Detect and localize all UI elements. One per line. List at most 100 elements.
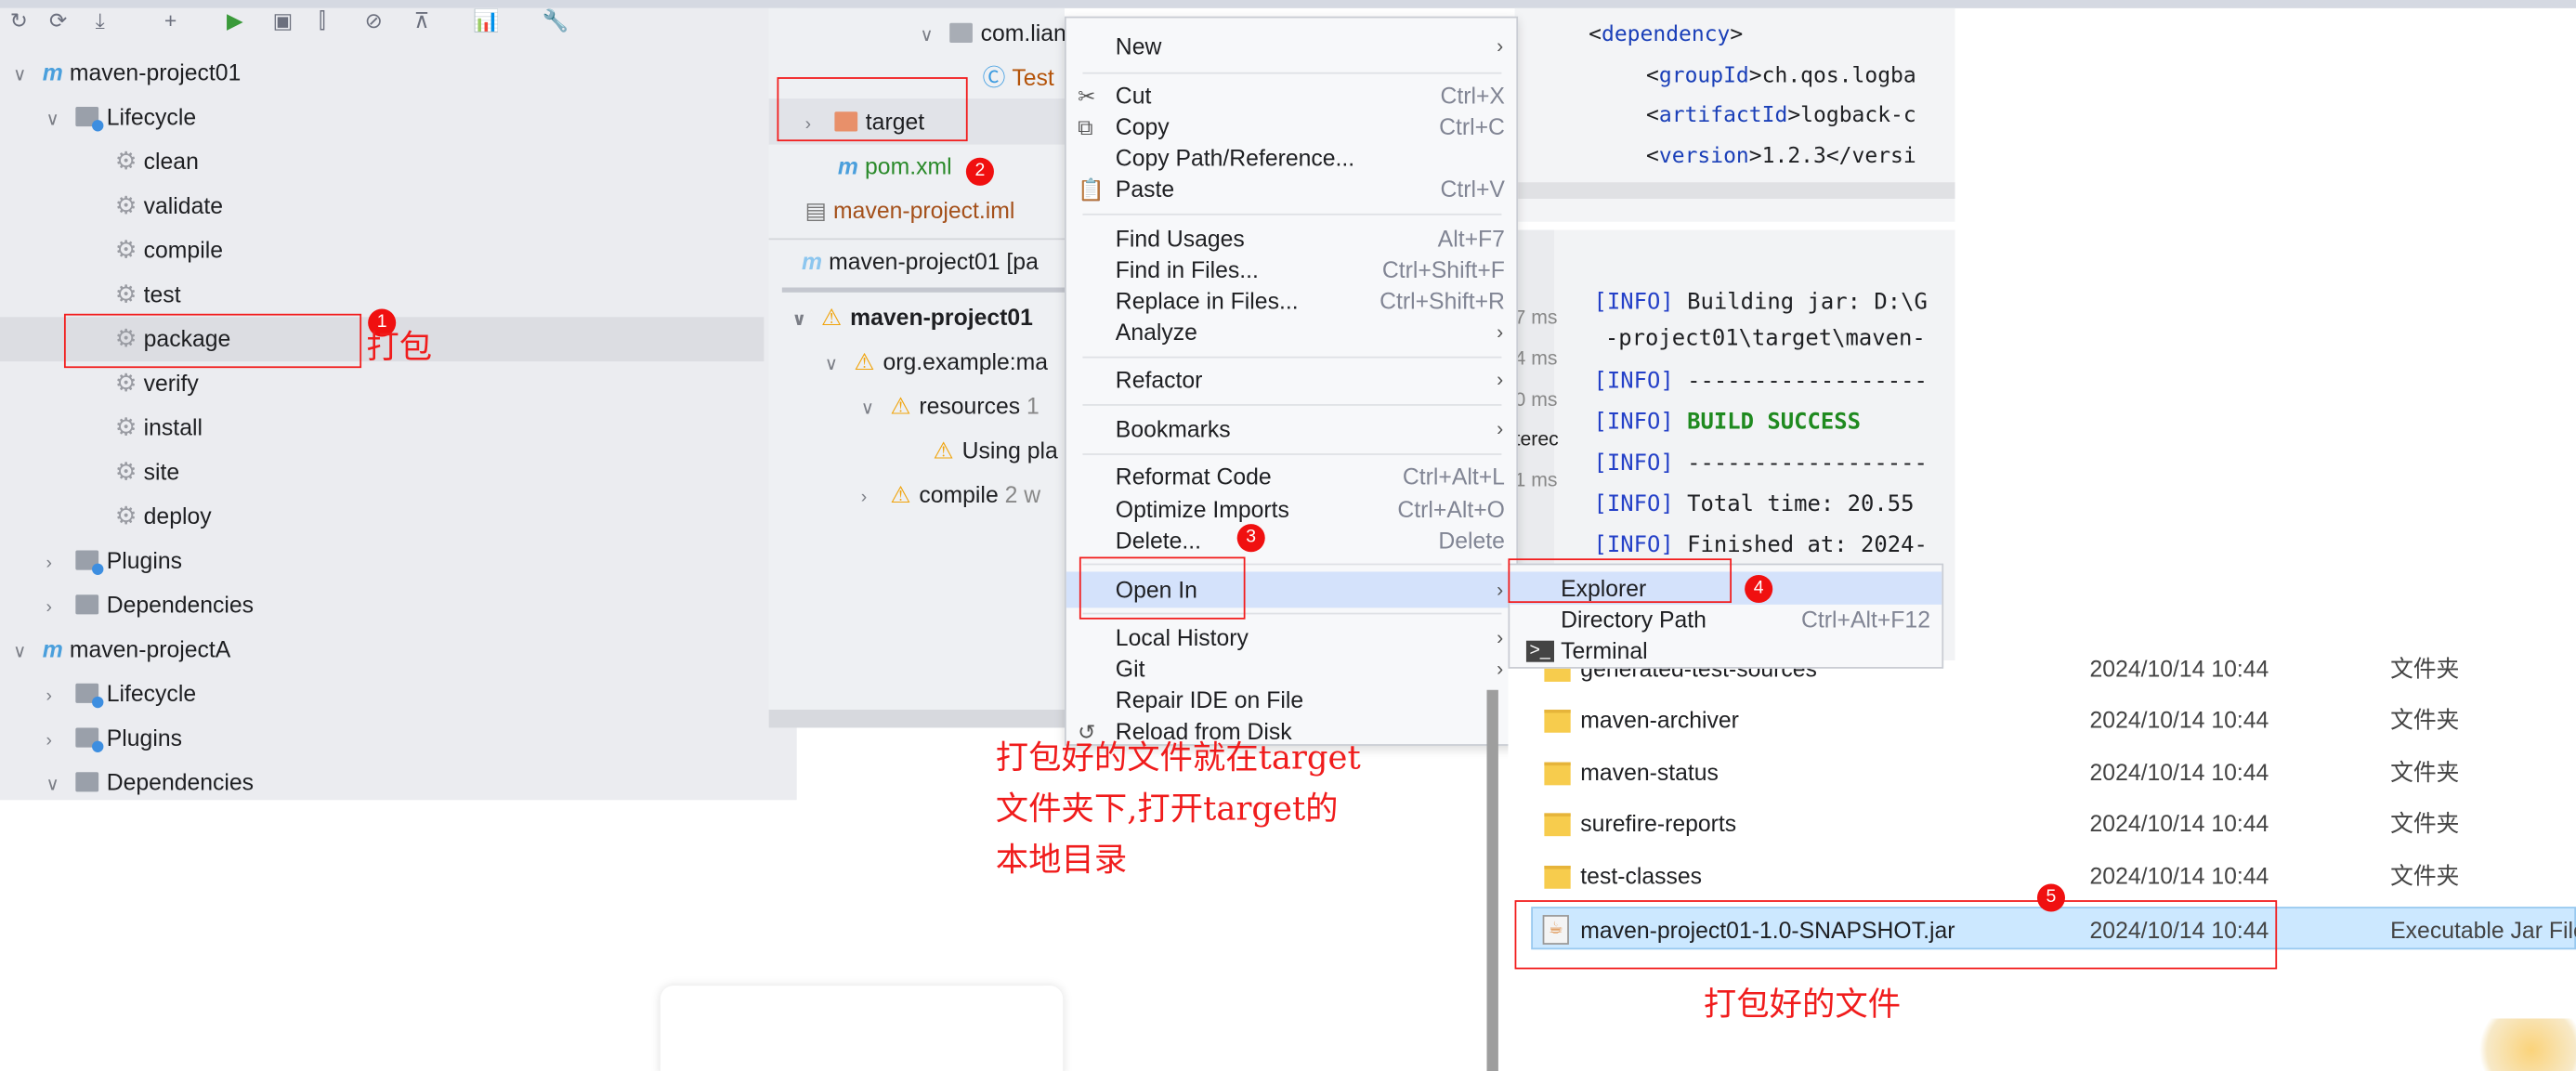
tree-dependencies[interactable]: › Dependencies [46,583,255,628]
menu-item-optimize-imports[interactable]: Optimize Imports Ctrl+Alt+O [1066,494,1517,526]
maven-module-icon: m [42,635,63,662]
tree-project-maven-project01[interactable]: ∨ m maven-project01 [13,51,241,96]
lifecycle-task-site[interactable]: ⚙ site [115,451,179,495]
folder-icon [1544,762,1571,786]
lifecycle-task-validate[interactable]: ⚙ validate [115,184,223,229]
menu-item-bookmarks[interactable]: Bookmarks › [1066,414,1517,446]
build-node-compile[interactable]: › ⚠ compile 2 w [861,473,1040,517]
class-icon: Ⓒ [982,63,1006,91]
reimport-icon[interactable]: ⟳ [49,8,67,34]
lifecycle-task-verify[interactable]: ⚙ verify [115,361,199,406]
tree-package[interactable]: ∨ com.lian [920,11,1066,56]
collapse-icon[interactable]: ⊼ [414,8,430,34]
chevron-right-icon: › [1497,368,1504,391]
console-line: [INFO] ------------------ [1593,368,1928,395]
horizontal-scrollbar[interactable] [768,709,1065,728]
lifecycle-task-test[interactable]: ⚙ test [115,273,181,318]
build-node-module[interactable]: ∨ ⚠ org.example:ma [825,340,1048,385]
package-icon [948,22,973,43]
run-icon[interactable]: ▶ [227,8,243,34]
top-strip [0,0,2576,8]
chevron-down-icon[interactable]: ∨ [825,344,848,388]
menu-item-copy[interactable]: ⧉ Copy Ctrl+C [1066,111,1517,143]
build-node-root[interactable]: ∨ ⚠ maven-project01 [791,295,1032,340]
run-config-icon[interactable]: ▣ [273,8,294,34]
clipboard-icon: 📋 [1078,176,1105,202]
build-node-warning[interactable]: ⚠ Using pla [934,429,1058,474]
menu-item-find-usages[interactable]: Find Usages Alt+F7 [1066,224,1517,255]
menu-item-local-history[interactable]: Local History › [1066,622,1517,654]
menu-item-find-in-files[interactable]: Find in Files... Ctrl+Shift+F [1066,255,1517,286]
chevron-down-icon[interactable]: ∨ [13,631,36,675]
chevron-down-icon[interactable]: ∨ [920,15,943,59]
plugins-folder-icon [75,550,104,575]
menu-item-cut[interactable]: ✂ Cut Ctrl+X [1066,81,1517,112]
file-row[interactable]: surefire-reports 2024/10/14 10:44 文件夹 [1508,802,2576,844]
code-editor[interactable]: <dependency> <groupId>ch.qos.logba <arti… [1514,7,1955,222]
chevron-right-icon[interactable]: › [46,586,70,631]
lifecycle-task-deploy[interactable]: ⚙ deploy [115,494,212,539]
tree-dependencies[interactable]: ∨ Dependencies [46,761,255,805]
toggle-offline-icon[interactable]: ⫿ [319,8,325,34]
chevron-right-icon: › [1497,657,1504,681]
tree-pom-xml[interactable]: m pom.xml [838,145,952,189]
add-icon[interactable]: + [164,8,177,33]
chevron-down-icon[interactable]: ∨ [13,54,36,98]
tree-plugins[interactable]: › Plugins [46,539,182,583]
menu-item-repair-ide[interactable]: Repair IDE on File [1066,685,1517,716]
chevron-right-icon[interactable]: › [46,720,70,764]
chevron-right-icon: › [1497,578,1504,602]
chevron-down-icon[interactable]: ∨ [46,98,70,143]
tree-lifecycle[interactable]: › Lifecycle [46,672,197,716]
chevron-right-icon[interactable]: › [46,542,70,587]
tree-iml-file[interactable]: ▤ maven-project.iml [805,189,1015,233]
step-badge-2: 2 [965,157,994,186]
download-icon[interactable]: ⤓ [96,8,105,34]
menu-item-replace-in-files[interactable]: Replace in Files... Ctrl+Shift+R [1066,286,1517,318]
highlight-box-jar [1514,900,2278,970]
menu-item-copy-path[interactable]: Copy Path/Reference... [1066,143,1517,175]
chevron-right-icon[interactable]: › [861,477,884,521]
settings-icon[interactable]: 🔧 [543,8,569,34]
file-row[interactable]: maven-status 2024/10/14 10:44 文件夹 [1508,751,2576,793]
submenu-item-directory-path[interactable]: Directory Path Ctrl+Alt+F12 [1510,605,1942,636]
menu-item-reformat-code[interactable]: Reformat Code Ctrl+Alt+L [1066,462,1517,493]
analyze-deps-icon[interactable]: 📊 [473,8,500,34]
menu-item-git[interactable]: Git › [1066,654,1517,686]
maven-file-icon: m [837,152,858,179]
warning-icon: ⚠ [821,304,843,331]
tree-test-class[interactable]: Ⓒ Test [983,56,1054,100]
lifecycle-folder-icon [75,106,104,132]
terminal-icon: >_ [1525,640,1554,662]
chevron-down-icon[interactable]: ∨ [791,299,815,344]
dependencies-folder-icon [75,594,98,615]
folder-icon [1544,709,1571,733]
build-node-resources[interactable]: ∨ ⚠ resources 1 [861,385,1040,429]
gear-icon: ⚙ [114,281,137,309]
menu-item-delete[interactable]: Delete... Delete [1066,526,1517,557]
lifecycle-task-clean[interactable]: ⚙ clean [115,139,199,184]
menu-item-refactor[interactable]: Refactor › [1066,365,1517,397]
tree-lifecycle[interactable]: ∨ Lifecycle [46,96,197,140]
file-row[interactable]: maven-archiver 2024/10/14 10:44 文件夹 [1508,699,2576,741]
build-tab[interactable]: m maven-project01 [pa [802,240,1039,284]
skip-tests-icon[interactable]: ⊘ [365,8,383,34]
vertical-scrollbar[interactable] [1486,689,1498,1071]
copy-icon: ⧉ [1078,114,1093,140]
chevron-down-icon[interactable]: ∨ [861,387,884,432]
reload-icon[interactable]: ↻ [10,8,28,34]
menu-item-analyze[interactable]: Analyze › [1066,317,1517,348]
menu-separator [1082,213,1502,216]
tree-plugins[interactable]: › Plugins [46,716,182,761]
chevron-right-icon[interactable]: › [46,675,70,720]
gear-icon: ⚙ [114,503,137,531]
maven-icon: m [802,248,823,275]
tree-project-maven-projectA[interactable]: ∨ m maven-projectA [13,628,230,673]
code-line: <dependency> [1589,22,1744,48]
lifecycle-task-install[interactable]: ⚙ install [115,406,203,451]
lifecycle-task-compile[interactable]: ⚙ compile [115,229,223,273]
menu-item-new[interactable]: New › [1066,32,1517,63]
submenu-item-terminal[interactable]: >_ Terminal [1510,635,1942,667]
chevron-down-icon[interactable]: ∨ [46,764,70,808]
menu-item-paste[interactable]: 📋 Paste Ctrl+V [1066,174,1517,205]
